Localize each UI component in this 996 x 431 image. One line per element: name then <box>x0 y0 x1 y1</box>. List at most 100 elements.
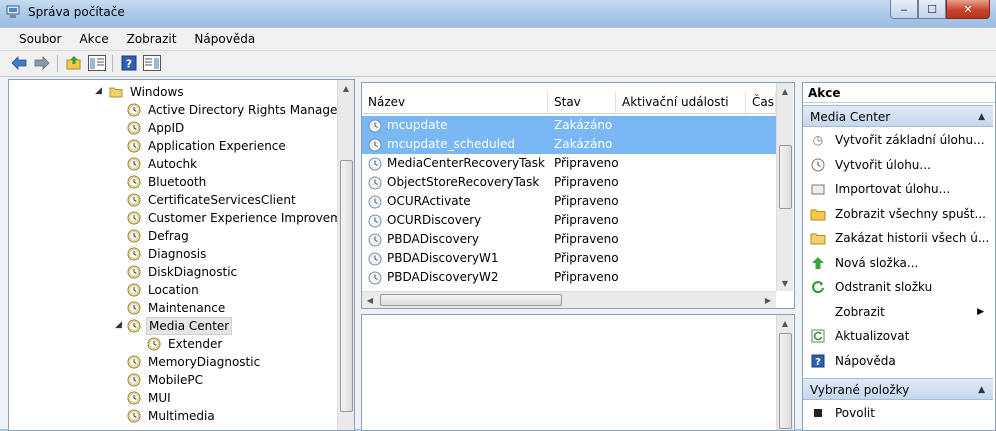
actions-title: Akce <box>803 83 995 103</box>
back-button[interactable] <box>10 54 28 72</box>
action-disable-history[interactable]: Zakázat historii všech ú... <box>803 226 993 250</box>
action-view-menu[interactable]: Zobrazit ▶ <box>803 300 993 324</box>
action-create-basic-task[interactable]: ◷ Vytvořit základní úlohu... <box>803 128 993 152</box>
scroll-right-icon[interactable]: ▶ <box>760 292 776 308</box>
basic-task-icon: ◷ <box>812 133 824 147</box>
tree-node[interactable]: Extender <box>147 335 224 353</box>
task-status: Připraveno <box>554 194 619 208</box>
tree-node[interactable]: MUI <box>127 389 173 407</box>
task-name: mcupdate <box>387 118 448 132</box>
tree-node[interactable]: AppID <box>127 119 186 137</box>
task-status: Připraveno <box>554 175 619 189</box>
console-tree-icon <box>88 55 106 71</box>
action-delete-folder[interactable]: Odstranit složku <box>803 275 993 299</box>
menu-napoveda[interactable]: Nápověda <box>185 32 264 46</box>
minimize-button[interactable]: ‒ <box>890 0 918 19</box>
action-display-running-tasks[interactable]: Zobrazit všechny spušt... <box>803 202 993 226</box>
task-status: Připraveno <box>554 232 619 246</box>
expanded-triangle-icon[interactable]: ◢ <box>115 320 122 330</box>
tree-node[interactable]: Defrag <box>127 227 191 245</box>
tree-node[interactable]: DiskDiagnostic <box>127 263 239 281</box>
action-enable[interactable]: Povolit <box>803 401 993 425</box>
help-icon: ? <box>121 55 137 71</box>
show-hide-tree-button[interactable] <box>88 54 106 72</box>
maximize-button[interactable]: ☐ <box>918 0 946 19</box>
action-refresh[interactable]: Aktualizovat <box>803 324 993 348</box>
scroll-left-icon[interactable]: ◀ <box>362 292 378 308</box>
tree-node[interactable]: Application Experience <box>127 137 288 155</box>
list-vertical-scrollbar[interactable]: ▲ ▼ <box>776 83 793 291</box>
tree-node[interactable]: Maintenance <box>127 299 227 317</box>
task-row[interactable]: mcupdate Zakázáno <box>362 116 776 135</box>
tree-node[interactable]: Autochk <box>127 155 199 173</box>
expanded-triangle-icon[interactable]: ◢ <box>95 86 102 96</box>
task-clock-icon <box>127 121 141 135</box>
column-aktivacni-udalosti[interactable]: Aktivační události <box>616 91 746 113</box>
actions-section-media-center[interactable]: Media Center ▲ <box>803 105 993 127</box>
tree-node[interactable]: Location <box>127 281 201 299</box>
actions-section-selected-items[interactable]: Vybrané položky ▲ <box>803 378 993 400</box>
task-row[interactable]: PBDADiscoveryW2 Připraveno <box>362 268 776 287</box>
tree-node[interactable]: Diagnosis <box>127 245 208 263</box>
list-hscroll-thumb[interactable] <box>380 294 562 306</box>
action-import-task[interactable]: Importovat úlohu... <box>803 177 993 201</box>
detail-vertical-scrollbar[interactable]: ▲ <box>776 315 793 430</box>
task-icon <box>368 214 382 227</box>
folder-icon <box>109 87 123 98</box>
task-icon <box>368 195 382 208</box>
help-button[interactable]: ? <box>120 54 138 72</box>
import-icon <box>810 181 826 197</box>
scroll-up-icon[interactable]: ▲ <box>338 80 354 96</box>
column-nazev[interactable]: Název <box>362 91 548 113</box>
action-create-task[interactable]: Vytvořit úlohu... <box>803 153 993 177</box>
task-row[interactable]: OCURActivate Připraveno <box>362 192 776 211</box>
action-help[interactable]: ? Nápověda <box>803 349 993 373</box>
tree-scroll-thumb[interactable] <box>340 160 353 412</box>
menu-soubor[interactable]: Soubor <box>10 32 70 46</box>
up-one-level-button[interactable] <box>65 54 83 72</box>
task-clock-icon <box>127 229 141 243</box>
task-row[interactable]: PBDADiscovery Připraveno <box>362 230 776 249</box>
menu-zobrazit[interactable]: Zobrazit <box>118 32 186 46</box>
detail-scroll-thumb[interactable] <box>779 333 792 429</box>
task-icon <box>368 271 382 284</box>
close-button[interactable]: ✕ <box>946 0 990 19</box>
task-icon <box>368 157 382 170</box>
tree-node[interactable]: CertificateServicesClient <box>127 191 298 209</box>
task-row[interactable]: ObjectStoreRecoveryTask Připraveno <box>362 173 776 192</box>
tree-node[interactable]: MemoryDiagnostic <box>127 353 262 371</box>
task-row[interactable]: MediaCenterRecoveryTask Připraveno <box>362 154 776 173</box>
task-row[interactable]: OCURDiscovery Připraveno <box>362 211 776 230</box>
tree-node[interactable]: Bluetooth <box>127 173 208 191</box>
scroll-up-icon[interactable]: ▲ <box>777 83 793 99</box>
show-hide-action-pane-button[interactable] <box>143 54 161 72</box>
task-status: Připraveno <box>554 270 619 284</box>
tree-node[interactable]: Media Center <box>127 317 233 335</box>
task-clock-icon <box>127 175 141 189</box>
list-scroll-thumb[interactable] <box>779 145 792 209</box>
task-row[interactable]: PBDADiscoveryW1 Připraveno <box>362 249 776 268</box>
column-stav[interactable]: Stav <box>548 91 616 113</box>
scroll-up-icon[interactable]: ▲ <box>777 315 793 331</box>
task-icon <box>368 176 382 189</box>
tree-node[interactable]: MobilePC <box>127 371 205 389</box>
forward-button[interactable] <box>33 54 51 72</box>
folder-icon <box>810 206 826 222</box>
scroll-down-icon[interactable]: ▼ <box>777 275 793 291</box>
tree-vertical-scrollbar[interactable]: ▲ <box>337 80 354 430</box>
task-name: PBDADiscoveryW2 <box>387 270 499 284</box>
task-row[interactable]: mcupdate_scheduled Zakázáno <box>362 135 776 154</box>
menu-akce[interactable]: Akce <box>70 32 117 46</box>
task-name: MediaCenterRecoveryTask <box>387 156 545 170</box>
collapse-up-icon[interactable]: ▲ <box>978 106 985 128</box>
collapse-up-icon[interactable]: ▲ <box>978 379 985 401</box>
column-cas[interactable]: Čas <box>746 91 776 113</box>
tree-node-windows[interactable]: Windows <box>109 83 186 101</box>
tree-node[interactable]: Customer Experience Improvement <box>127 209 354 227</box>
tree-node[interactable]: Active Directory Rights Managemer <box>127 101 354 119</box>
task-icon <box>368 233 382 246</box>
list-horizontal-scrollbar[interactable]: ◀ ▶ <box>362 291 776 308</box>
action-new-folder[interactable]: Nová složka... <box>803 251 993 275</box>
task-status: Zakázáno <box>554 118 613 132</box>
tree-node[interactable]: Multimedia <box>127 407 217 425</box>
